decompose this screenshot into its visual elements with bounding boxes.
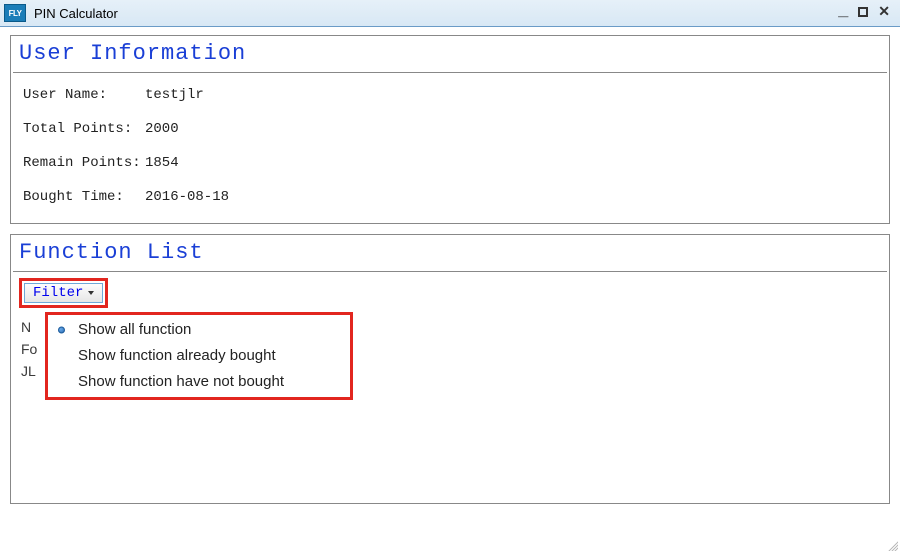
close-button[interactable]: ✕ [878, 4, 890, 22]
info-row-remain-points: Remain Points: 1854 [23, 155, 877, 171]
app-logo: FLY [4, 4, 26, 22]
filter-option-not-bought[interactable]: Show function have not bought [48, 369, 350, 395]
list-item: Fo [21, 338, 37, 360]
dropdown-item-label: Show all function [78, 321, 191, 338]
window-controls: _ ✕ [838, 4, 896, 22]
resize-grip[interactable] [886, 539, 898, 551]
value-username: testjlr [145, 87, 204, 103]
function-list-body: Filter N Fo JL Show all function Show fu… [13, 271, 887, 501]
filter-highlight: Filter [19, 278, 108, 308]
maximize-button[interactable] [858, 4, 868, 22]
filter-option-already-bought[interactable]: Show function already bought [48, 343, 350, 369]
radio-selected-icon [58, 327, 65, 334]
filter-option-show-all[interactable]: Show all function [48, 317, 350, 343]
window-title: PIN Calculator [34, 6, 838, 21]
label-bought-time: Bought Time: [23, 189, 145, 205]
list-item: JL [21, 360, 37, 382]
value-remain-points: 1854 [145, 155, 179, 171]
dropdown-item-label: Show function have not bought [78, 373, 284, 390]
value-bought-time: 2016-08-18 [145, 189, 229, 205]
content-area: User Information User Name: testjlr Tota… [0, 27, 900, 553]
function-list-background-text: N Fo JL [21, 316, 37, 382]
list-item: N [21, 316, 37, 338]
user-info-heading: User Information [13, 38, 887, 72]
function-list-heading: Function List [13, 237, 887, 271]
user-info-panel: User Information User Name: testjlr Tota… [10, 35, 890, 224]
filter-button[interactable]: Filter [24, 283, 103, 303]
value-total-points: 2000 [145, 121, 179, 137]
user-info-body: User Name: testjlr Total Points: 2000 Re… [13, 72, 887, 221]
info-row-total-points: Total Points: 2000 [23, 121, 877, 137]
function-list-panel: Function List Filter N Fo JL Show all fu… [10, 234, 890, 504]
info-row-bought-time: Bought Time: 2016-08-18 [23, 189, 877, 205]
filter-button-label: Filter [33, 285, 83, 301]
minimize-button[interactable]: _ [838, 0, 848, 18]
label-remain-points: Remain Points: [23, 155, 145, 171]
label-username: User Name: [23, 87, 145, 103]
titlebar: FLY PIN Calculator _ ✕ [0, 0, 900, 27]
dropdown-item-label: Show function already bought [78, 347, 276, 364]
info-row-username: User Name: testjlr [23, 87, 877, 103]
chevron-down-icon [88, 291, 94, 295]
filter-dropdown: Show all function Show function already … [45, 312, 353, 400]
label-total-points: Total Points: [23, 121, 145, 137]
